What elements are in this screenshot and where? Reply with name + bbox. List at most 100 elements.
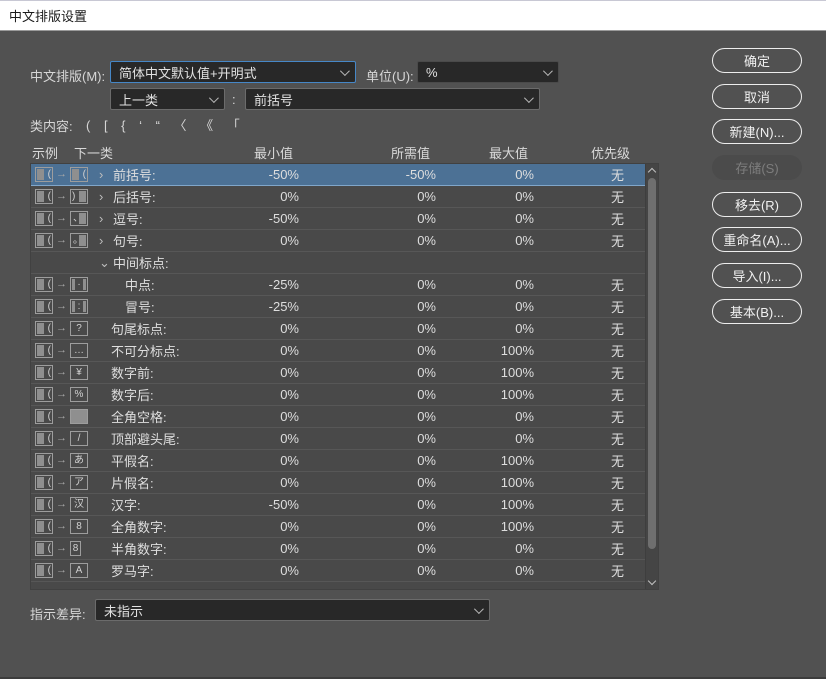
priority-cell: 无 (541, 429, 631, 448)
arrow-right-icon: → (56, 213, 67, 224)
class-name-cell: 平假名: (93, 450, 196, 471)
arrow-right-icon: → (56, 367, 67, 378)
example-cell: (→· (31, 274, 93, 295)
class-name-cell: 半角数字: (93, 538, 196, 559)
arrow-right-icon: → (56, 235, 67, 246)
scroll-up-icon[interactable] (648, 168, 656, 176)
table-row[interactable]: (→ア片假名:0%0%100%无 (31, 472, 645, 494)
chevron-collapsed-icon[interactable]: › (99, 168, 113, 181)
example-glyph-icon-prev: ( (35, 563, 53, 578)
unit-select[interactable]: % (417, 61, 559, 83)
remove-button[interactable]: 移去(R) (712, 192, 802, 217)
class-name-label: 半角数字: (111, 539, 167, 558)
table-row[interactable]: (→8全角数字:0%0%100%无 (31, 516, 645, 538)
min-value-cell: 0% (196, 409, 306, 424)
example-glyph-icon-next: ( (70, 167, 88, 182)
indicate-diff-select[interactable]: 未指示 (95, 599, 490, 621)
scrollbar-thumb[interactable] (648, 178, 656, 549)
arrow-right-icon: → (56, 345, 67, 356)
new-button[interactable]: 新建(N)... (712, 119, 802, 144)
vertical-scrollbar[interactable] (645, 164, 658, 589)
class-name-label: 句号: (113, 231, 143, 250)
max-value-cell: 0% (443, 211, 541, 226)
table-row[interactable]: (→…不可分标点:0%0%100%无 (31, 340, 645, 362)
example-glyph-icon-next (70, 409, 88, 424)
class-name-cell: ›逗号: (93, 208, 196, 229)
header-min: 最小值 (197, 143, 307, 162)
table-rows: (→(›前括号:-50%-50%0%无(→)›后括号:0%0%0%无(→、›逗号… (31, 164, 645, 582)
priority-cell: 无 (541, 209, 631, 228)
table-row[interactable]: (→/顶部避头尾:0%0%0%无 (31, 428, 645, 450)
mojikumi-select-value: 简体中文默认值+开明式 (119, 63, 257, 82)
min-value-cell: 0% (196, 343, 306, 358)
scroll-down-icon[interactable] (648, 577, 656, 585)
example-cell: (→、 (31, 208, 93, 229)
table-row[interactable]: (→?句尾标点:0%0%0%无 (31, 318, 645, 340)
example-cell: (→A (31, 560, 93, 581)
chevron-down-icon (543, 66, 553, 76)
chevron-collapsed-icon[interactable]: › (99, 190, 113, 203)
desired-value-cell: 0% (306, 233, 443, 248)
chevron-collapsed-icon[interactable]: › (99, 234, 113, 247)
chevron-expanded-icon[interactable]: ⌄ (99, 256, 113, 269)
desired-value-cell: 0% (306, 387, 443, 402)
table-row[interactable]: (→%数字后:0%0%100%无 (31, 384, 645, 406)
cancel-button[interactable]: 取消 (712, 84, 802, 109)
mojikumi-select[interactable]: 简体中文默认值+开明式 (110, 61, 356, 83)
table-row[interactable]: (→¥数字前:0%0%100%无 (31, 362, 645, 384)
table-row[interactable]: (→あ平假名:0%0%100%无 (31, 450, 645, 472)
table-row[interactable]: (→、›逗号:-50%0%0%无 (31, 208, 645, 230)
min-value-cell: 0% (196, 431, 306, 446)
chevron-collapsed-icon[interactable]: › (99, 212, 113, 225)
example-glyph-icon-next: 8 (70, 541, 81, 556)
class-name-label: 前括号: (113, 165, 156, 184)
priority-cell: 无 (541, 275, 631, 294)
import-button[interactable]: 导入(I)... (712, 263, 802, 288)
min-value-cell: 0% (196, 387, 306, 402)
priority-cell: 无 (541, 561, 631, 580)
max-value-cell: 100% (443, 365, 541, 380)
arrow-right-icon: → (56, 191, 67, 202)
desired-value-cell: 0% (306, 409, 443, 424)
table-row[interactable]: (→全角空格:0%0%0%无 (31, 406, 645, 428)
example-glyph-icon-prev: ( (35, 431, 53, 446)
chevron-down-icon (340, 66, 350, 76)
class-name-label: 不可分标点: (111, 341, 180, 360)
arrow-right-icon: → (56, 279, 67, 290)
desired-value-cell: 0% (306, 343, 443, 358)
desired-value-cell: 0% (306, 431, 443, 446)
table-row[interactable]: (→A罗马字:0%0%0%无 (31, 560, 645, 582)
ok-button[interactable]: 确定 (712, 48, 802, 73)
class-name-label: 中间标点: (113, 253, 169, 272)
unit-select-value: % (426, 65, 438, 80)
min-value-cell: -25% (196, 299, 306, 314)
table-row[interactable]: (→(›前括号:-50%-50%0%无 (31, 164, 645, 186)
priority-cell: 无 (541, 297, 631, 316)
desired-value-cell: 0% (306, 299, 443, 314)
table-row[interactable]: (→·中点:-25%0%0%无 (31, 274, 645, 296)
max-value-cell: 0% (443, 299, 541, 314)
table-row[interactable]: (→8半角数字:0%0%0%无 (31, 538, 645, 560)
example-cell: (→) (31, 186, 93, 207)
example-glyph-icon-prev: ( (35, 167, 53, 182)
example-glyph-icon-next: % (70, 387, 88, 402)
rename-button[interactable]: 重命名(A)... (712, 227, 802, 252)
desired-value-cell: 0% (306, 321, 443, 336)
class-name-label: 片假名: (111, 473, 154, 492)
class-name-cell: 罗马字: (93, 560, 196, 581)
example-glyph-icon-next: : (70, 299, 88, 314)
priority-cell: 无 (541, 319, 631, 338)
next-class-select[interactable]: 前括号 (245, 88, 540, 110)
table-row[interactable]: (→。›句号:0%0%0%无 (31, 230, 645, 252)
class-name-label: 数字后: (111, 385, 154, 404)
table-row[interactable]: ⌄中间标点: (31, 252, 645, 274)
table-row[interactable]: (→汉汉字:-50%0%100%无 (31, 494, 645, 516)
prev-class-select[interactable]: 上一类 (110, 88, 225, 110)
desired-value-cell: 0% (306, 475, 443, 490)
dialog-titlebar[interactable]: 中文排版设置 (0, 0, 826, 31)
table-row[interactable]: (→)›后括号:0%0%0%无 (31, 186, 645, 208)
class-name-label: 汉字: (111, 495, 141, 514)
table-row[interactable]: (→:冒号:-25%0%0%无 (31, 296, 645, 318)
basic-button[interactable]: 基本(B)... (712, 299, 802, 324)
desired-value-cell: 0% (306, 189, 443, 204)
